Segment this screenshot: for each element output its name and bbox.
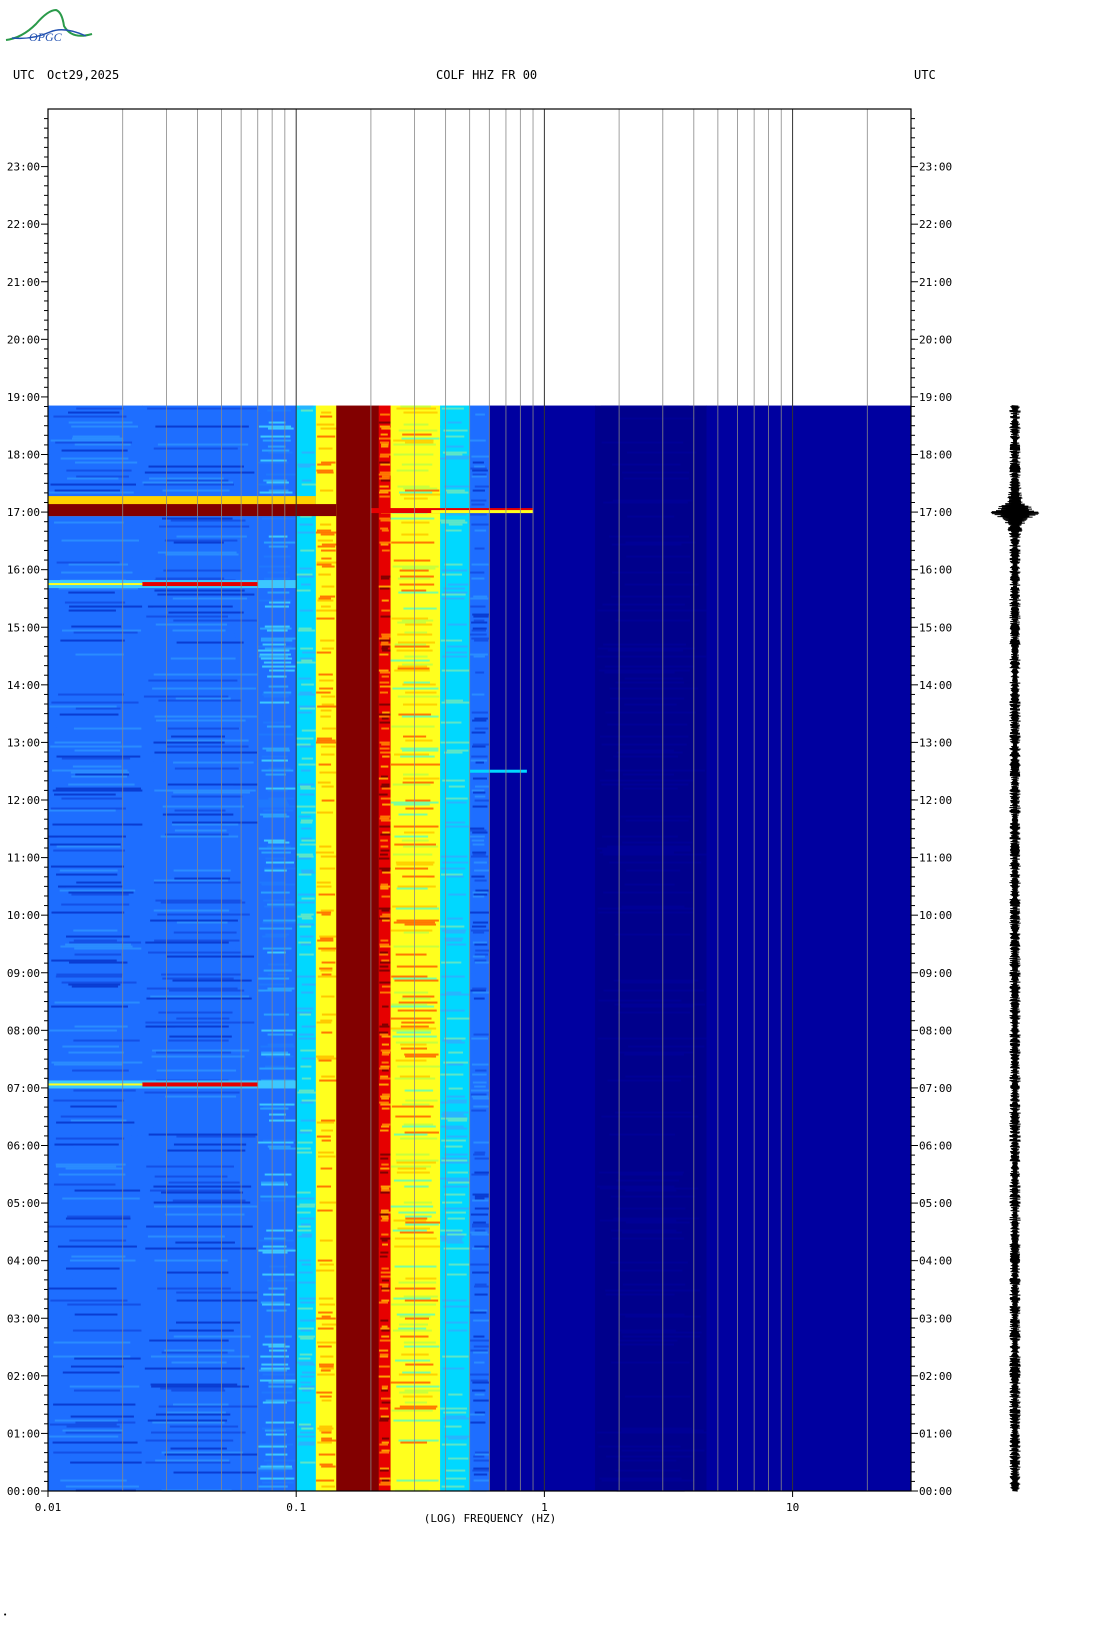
y-tick-label-left: 11:00	[7, 852, 40, 865]
y-tick-label-right: 05:00	[919, 1197, 952, 1210]
y-tick-label-right: 03:00	[919, 1312, 952, 1325]
y-tick-label-left: 08:00	[7, 1024, 40, 1037]
y-tick-label-right: 06:00	[919, 1140, 952, 1153]
y-tick-label-right: 23:00	[919, 161, 952, 174]
event-streak	[48, 583, 143, 586]
event-streak	[431, 510, 534, 514]
y-tick-label-left: 05:00	[7, 1197, 40, 1210]
x-tick-label: 0.01	[35, 1501, 62, 1514]
x-tick-label: 0.1	[286, 1501, 306, 1514]
y-tick-label-left: 13:00	[7, 736, 40, 749]
x-axis-label: (LOG) FREQUENCY (HZ)	[424, 1512, 556, 1525]
heatmap-layer	[48, 405, 912, 1492]
spectral-band	[336, 405, 380, 1491]
y-tick-label-right: 08:00	[919, 1024, 952, 1037]
y-tick-label-left: 04:00	[7, 1255, 40, 1268]
y-tick-label-right: 09:00	[919, 967, 952, 980]
y-tick-label-left: 12:00	[7, 794, 40, 807]
y-tick-label-right: 11:00	[919, 852, 952, 865]
y-tick-label-left: 06:00	[7, 1140, 40, 1153]
y-tick-label-right: 14:00	[919, 679, 952, 692]
y-tick-label-left: 14:00	[7, 679, 40, 692]
spectral-band	[440, 405, 471, 1491]
y-tick-label-left: 21:00	[7, 276, 40, 289]
y-tick-label-left: 17:00	[7, 506, 40, 519]
y-tick-label-left: 15:00	[7, 621, 40, 634]
y-tick-label-left: 02:00	[7, 1370, 40, 1383]
event-streak	[142, 1082, 258, 1087]
y-tick-label-left: 23:00	[7, 161, 40, 174]
y-tick-label-right: 02:00	[919, 1370, 952, 1383]
y-tick-label-left: 20:00	[7, 333, 40, 346]
y-tick-label-right: 17:00	[919, 506, 952, 519]
y-tick-label-right: 18:00	[919, 449, 952, 462]
event-streak	[48, 504, 337, 517]
y-tick-label-right: 19:00	[919, 391, 952, 404]
y-tick-label-left: 22:00	[7, 218, 40, 231]
y-tick-label-left: 09:00	[7, 967, 40, 980]
y-tick-label-left: 16:00	[7, 564, 40, 577]
y-tick-label-right: 10:00	[919, 909, 952, 922]
y-tick-label-right: 12:00	[919, 794, 952, 807]
y-tick-label-right: 13:00	[919, 736, 952, 749]
seismogram-trace	[990, 405, 1040, 1492]
y-tick-label-left: 07:00	[7, 1082, 40, 1095]
event-streak	[445, 769, 527, 773]
y-tick-label-right: 20:00	[919, 333, 952, 346]
event-streak	[48, 1083, 143, 1086]
event-streak	[142, 582, 258, 587]
y-tick-label-right: 00:00	[919, 1485, 952, 1498]
y-tick-label-left: 03:00	[7, 1312, 40, 1325]
y-tick-label-right: 01:00	[919, 1427, 952, 1440]
y-tick-label-left: 10:00	[7, 909, 40, 922]
seismogram-path	[990, 405, 1040, 1492]
y-tick-label-right: 04:00	[919, 1255, 952, 1268]
corner-mark: •	[3, 1611, 8, 1619]
y-tick-label-left: 19:00	[7, 391, 40, 404]
spectral-band	[489, 405, 596, 1491]
y-tick-label-right: 15:00	[919, 621, 952, 634]
y-tick-label-right: 16:00	[919, 564, 952, 577]
y-tick-label-right: 21:00	[919, 276, 952, 289]
spectrogram-chart: 00:00 00:00 01:00 01:00 02:00 02:00 03:00 03:00…	[7, 108, 1040, 1525]
y-tick-label-right: 22:00	[919, 218, 952, 231]
y-tick-label-left: 18:00	[7, 449, 40, 462]
x-tick-label: 10	[786, 1501, 799, 1514]
y-tick-label-left: 00:00	[7, 1485, 40, 1498]
y-tick-label-right: 07:00	[919, 1082, 952, 1095]
y-tick-label-left: 01:00	[7, 1427, 40, 1440]
